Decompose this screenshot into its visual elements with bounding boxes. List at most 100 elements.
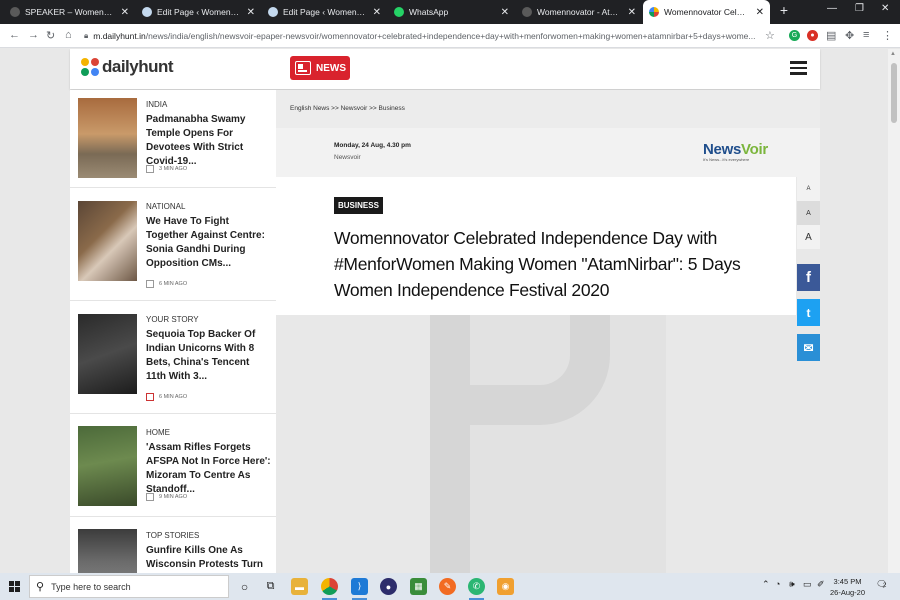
forward-arrow-icon[interactable]: → — [28, 29, 39, 41]
media-app-icon[interactable]: ● — [380, 578, 397, 595]
lock-icon[interactable]: 🔒︎ — [84, 31, 88, 41]
extension-icon[interactable]: ● — [807, 30, 818, 41]
headline-card: BUSINESS Womennovator Celebrated Indepen… — [276, 177, 796, 315]
reading-list-icon[interactable]: ≡ — [863, 29, 869, 41]
scrollbar-thumb[interactable] — [891, 63, 897, 123]
feed-thumbnail[interactable] — [78, 529, 137, 573]
close-icon[interactable]: ✕ — [121, 7, 129, 18]
font-large-button[interactable]: A — [797, 225, 820, 249]
window-close-button[interactable]: ✕ — [881, 3, 889, 14]
feed-time-label: 6 MIN AGO — [159, 281, 188, 287]
browser-toolbar: ← → ↻ ⌂ 🔒︎ m.dailyhunt.in /news/india/en… — [0, 24, 900, 48]
feed-item[interactable]: INDIA Padmanabha Swamy Temple Opens For … — [70, 90, 276, 188]
article-date: Monday, 24 Aug, 4.30 pm — [334, 142, 411, 149]
page-scrollbar[interactable]: ▲ — [888, 49, 900, 573]
wordpress-icon — [10, 7, 20, 17]
feed-item[interactable]: NATIONAL We Have To Fight Together Again… — [70, 188, 276, 301]
web-page: dailyhunt NEWS INDIA Padmanabha Swamy Te… — [0, 49, 888, 573]
new-tab-button[interactable]: + — [776, 2, 792, 18]
volume-icon[interactable]: 🕪︎ — [789, 579, 795, 590]
browser-tab-5[interactable]: Womennovator - AtamNirbh ✕ — [516, 0, 642, 24]
network-icon[interactable]: ◔ — [775, 579, 780, 589]
clock-date: 26-Aug-20 — [830, 588, 866, 597]
menu-kebab-icon[interactable]: ⋮ — [882, 29, 893, 42]
battery-icon[interactable]: ▭ — [803, 579, 812, 590]
close-icon[interactable]: ✕ — [756, 7, 764, 18]
feed-thumbnail[interactable] — [78, 314, 137, 394]
feed-timestamp: 3 MIN AGO — [146, 165, 187, 173]
search-placeholder: Type here to search — [51, 581, 131, 592]
feed-item[interactable]: YOUR STORY Sequoia Top Backer Of Indian … — [70, 301, 276, 414]
background-watermark — [430, 315, 666, 573]
windows-start-icon[interactable] — [9, 581, 20, 592]
feed-title[interactable]: 'Assam Rifles Forgets AFSPA Not In Force… — [146, 441, 271, 497]
feed-timestamp: 6 MIN AGO — [146, 280, 187, 288]
task-view-icon[interactable]: ⧉ — [262, 578, 279, 595]
feed-title[interactable]: Padmanabha Swamy Temple Opens For Devote… — [146, 113, 271, 169]
browser-tab-1[interactable]: SPEAKER – Womennovator ✕ — [4, 0, 135, 24]
notifications-icon[interactable]: 🗨︎ 2 — [876, 579, 890, 593]
email-share-icon[interactable]: ✉ — [797, 334, 820, 361]
tab-title: Womennovator Celebrated In — [664, 7, 750, 17]
facebook-share-icon[interactable]: f — [797, 264, 820, 291]
home-icon[interactable]: ⌂ — [65, 29, 72, 41]
feed-category: YOUR STORY — [146, 315, 199, 324]
pen-icon[interactable]: ✐ — [817, 579, 825, 590]
grammarly-extension-icon[interactable]: G — [789, 30, 800, 41]
whatsapp-icon[interactable]: ✆ — [468, 578, 485, 600]
spreadsheet-app-icon[interactable]: ▦ — [410, 578, 427, 595]
puzzle-extensions-icon[interactable]: ✥ — [845, 29, 854, 42]
feed-item[interactable]: TOP STORIES Gunfire Kills One As Wiscons… — [70, 517, 276, 573]
scroll-up-icon[interactable]: ▲ — [890, 51, 896, 57]
feed-thumbnail[interactable] — [78, 201, 137, 281]
feed-item[interactable]: HOME 'Assam Rifles Forgets AFSPA Not In … — [70, 414, 276, 517]
close-icon[interactable]: ✕ — [373, 7, 381, 18]
category-badge[interactable]: BUSINESS — [334, 197, 383, 214]
feed-timestamp: 6 MIN AGO — [146, 393, 187, 401]
font-medium-button[interactable]: A — [797, 201, 820, 225]
back-arrow-icon[interactable]: ← — [9, 29, 20, 41]
browser-tab-3[interactable]: Edit Page ‹ Womennovator – W ✕ — [262, 0, 387, 24]
taskbar-clock[interactable]: 3:45 PM 26-Aug-20 — [830, 576, 865, 598]
clock-time: 3:45 PM — [833, 577, 862, 586]
extension-icon[interactable]: ▤ — [826, 29, 836, 42]
feed-thumbnail[interactable] — [78, 98, 137, 178]
app-icon[interactable]: ✎ — [439, 578, 456, 595]
feed-title[interactable]: Sequoia Top Backer Of Indian Unicorns Wi… — [146, 328, 271, 384]
dailyhunt-logo-icon — [81, 58, 99, 76]
feed-category: NATIONAL — [146, 202, 186, 211]
article-headline: Womennovator Celebrated Independence Day… — [334, 228, 741, 300]
vscode-icon[interactable]: ⟩ — [351, 578, 368, 600]
minimize-button[interactable]: — — [827, 3, 837, 14]
twitter-share-icon[interactable]: t — [797, 299, 820, 326]
bookmark-star-icon[interactable]: ☆ — [765, 29, 775, 42]
breadcrumb-strip: English News >> Newsvoir >> Business — [276, 90, 820, 128]
breadcrumb[interactable]: English News >> Newsvoir >> Business — [290, 105, 405, 112]
restore-button[interactable]: ❐ — [855, 3, 864, 14]
feed-thumbnail[interactable] — [78, 426, 137, 506]
windows-taskbar: ⚲ Type here to search ○ ⧉ ▬ ⟩ ● ▦ ✎ ✆ ◉ … — [0, 573, 900, 600]
close-icon[interactable]: ✕ — [247, 7, 255, 18]
article-source: Newsvoir — [334, 154, 361, 161]
browser-tab-4[interactable]: WhatsApp ✕ — [388, 0, 515, 24]
app-icon[interactable]: ◉ — [497, 578, 514, 595]
chevron-up-icon[interactable]: ⌃ — [762, 579, 770, 590]
newsvoir-logo[interactable]: NewsVoir It's News...It's everywhere — [703, 141, 768, 162]
font-small-button[interactable]: A — [797, 177, 820, 201]
taskbar-search-input[interactable]: ⚲ Type here to search — [29, 575, 229, 598]
feed-title[interactable]: Gunfire Kills One As Wisconsin Protests … — [146, 544, 271, 573]
close-icon[interactable]: ✕ — [628, 7, 636, 18]
browser-tab-2[interactable]: Edit Page ‹ Womennovator – W ✕ — [136, 0, 261, 24]
close-icon[interactable]: ✕ — [501, 7, 509, 18]
dailyhunt-logo[interactable]: dailyhunt — [81, 57, 174, 77]
browser-tab-active[interactable]: Womennovator Celebrated In ✕ — [643, 0, 770, 24]
chrome-icon[interactable] — [321, 578, 338, 600]
file-explorer-icon[interactable]: ▬ — [291, 578, 308, 595]
feed-title[interactable]: We Have To Fight Together Against Centre… — [146, 215, 271, 271]
cortana-icon[interactable]: ○ — [236, 578, 253, 595]
reload-icon[interactable]: ↻ — [46, 29, 55, 42]
notification-count: 2 — [883, 583, 887, 589]
news-button[interactable]: NEWS — [290, 56, 350, 80]
hamburger-menu-icon[interactable] — [790, 61, 807, 75]
address-bar[interactable]: 🔒︎ m.dailyhunt.in /news/india/english/ne… — [84, 27, 756, 45]
